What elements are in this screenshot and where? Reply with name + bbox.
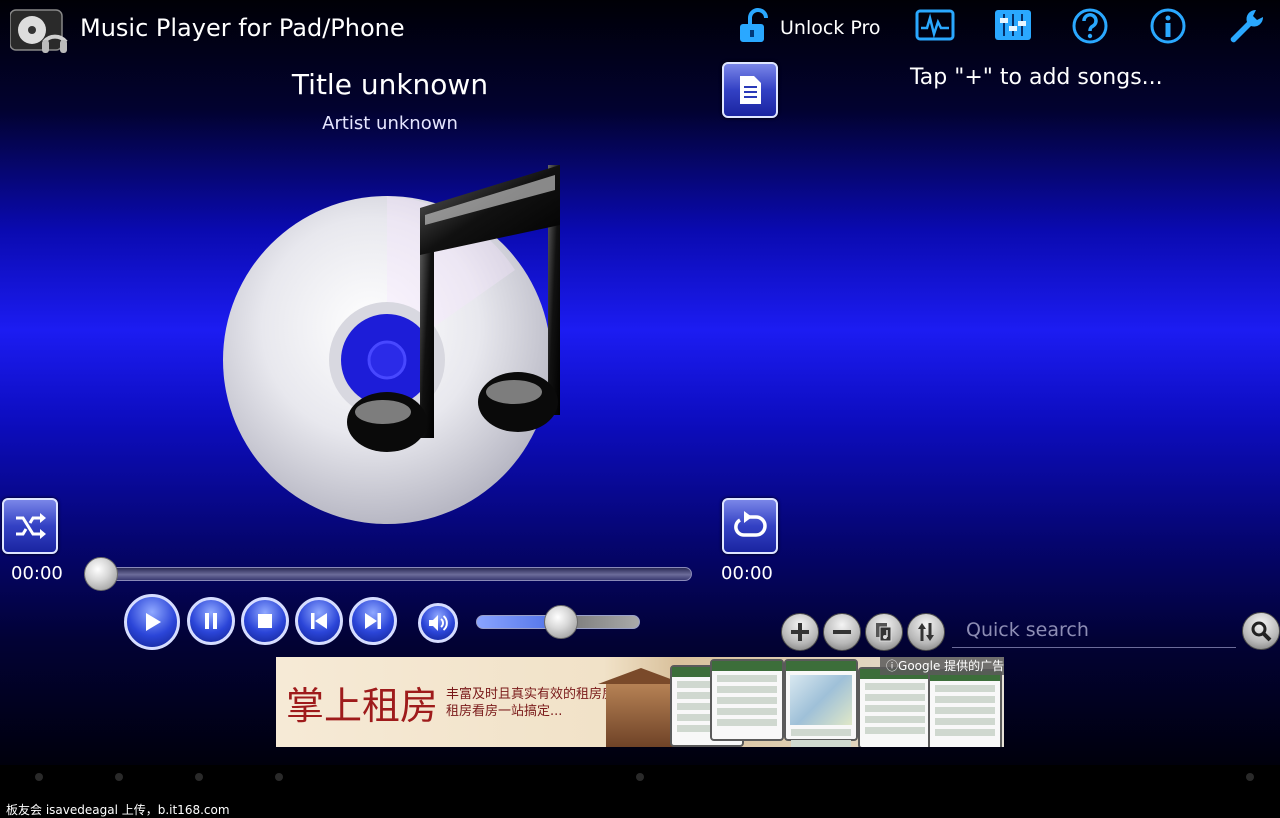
play-icon bbox=[146, 613, 161, 631]
add-songs-button[interactable] bbox=[781, 613, 819, 651]
empty-playlist-hint: Tap "+" to add songs... bbox=[910, 65, 1163, 90]
plus-icon bbox=[791, 623, 809, 641]
nav-dot bbox=[275, 773, 283, 781]
quick-search-input[interactable] bbox=[952, 612, 1236, 648]
repeat-icon bbox=[734, 511, 767, 537]
nav-dot bbox=[195, 773, 203, 781]
shuffle-button[interactable] bbox=[2, 498, 58, 554]
ad-line-2: 租房看房一站搞定... bbox=[446, 704, 563, 719]
ad-house-image bbox=[598, 668, 684, 747]
total-time: 00:00 bbox=[721, 563, 773, 584]
unlock-pro-button[interactable]: Unlock Pro bbox=[736, 6, 880, 50]
equalizer-icon[interactable] bbox=[993, 6, 1033, 46]
track-artist: Artist unknown bbox=[322, 113, 458, 134]
sort-button[interactable] bbox=[907, 613, 945, 651]
pause-button[interactable] bbox=[187, 597, 235, 645]
app-title: Music Player for Pad/Phone bbox=[80, 14, 405, 42]
shuffle-icon bbox=[16, 513, 46, 539]
minus-icon bbox=[833, 630, 851, 634]
ad-phone-screenshot bbox=[710, 659, 784, 741]
ad-phone-map-screenshot bbox=[784, 659, 858, 747]
speaker-icon bbox=[429, 615, 448, 631]
skip-next-icon bbox=[365, 613, 381, 629]
visualizer-icon[interactable] bbox=[915, 6, 955, 46]
search-icon bbox=[1251, 621, 1272, 642]
volume-knob[interactable] bbox=[543, 605, 578, 639]
manage-playlist-button[interactable] bbox=[865, 613, 903, 651]
playlist-button[interactable] bbox=[722, 62, 778, 118]
ad-banner[interactable]: 掌上租房 丰富及时且真实有效的租房房源 租房看房一站搞定... ⓘGoogle … bbox=[276, 657, 1004, 747]
track-title: Title unknown bbox=[291, 68, 489, 101]
nav-dot bbox=[35, 773, 43, 781]
next-button[interactable] bbox=[349, 597, 397, 645]
previous-button[interactable] bbox=[295, 597, 343, 645]
volume-button[interactable] bbox=[418, 603, 458, 643]
nav-dot bbox=[636, 773, 644, 781]
stop-icon bbox=[258, 614, 272, 628]
ad-attribution-label: Google 提供的广告 bbox=[898, 659, 1004, 673]
help-icon[interactable] bbox=[1070, 6, 1110, 46]
ad-phone-screenshot bbox=[928, 669, 1002, 747]
ad-headline: 掌上租房 bbox=[286, 684, 439, 728]
seek-knob[interactable] bbox=[84, 557, 118, 591]
settings-wrench-icon[interactable] bbox=[1226, 6, 1266, 46]
elapsed-time: 00:00 bbox=[11, 563, 63, 584]
ad-phone-screenshot bbox=[858, 667, 932, 747]
seek-bar[interactable] bbox=[84, 567, 692, 581]
stop-button[interactable] bbox=[241, 597, 289, 645]
ad-info-icon: ⓘ bbox=[886, 659, 899, 673]
ad-attribution[interactable]: ⓘGoogle 提供的广告 bbox=[880, 657, 1004, 675]
unlock-icon bbox=[736, 8, 772, 48]
pause-icon bbox=[205, 613, 217, 629]
unlock-pro-label: Unlock Pro bbox=[780, 17, 881, 39]
search-button[interactable] bbox=[1242, 612, 1280, 650]
playlist-files-icon bbox=[876, 623, 892, 642]
nav-dot bbox=[1246, 773, 1254, 781]
repeat-button[interactable] bbox=[722, 498, 778, 554]
info-icon[interactable] bbox=[1148, 6, 1188, 46]
skip-previous-icon bbox=[311, 613, 327, 629]
app-logo-icon bbox=[9, 8, 68, 56]
play-button[interactable] bbox=[124, 594, 180, 650]
document-icon bbox=[740, 76, 761, 104]
remove-songs-button[interactable] bbox=[823, 613, 861, 651]
sort-icon bbox=[918, 623, 934, 641]
nav-dot bbox=[115, 773, 123, 781]
album-art bbox=[215, 160, 575, 530]
upload-watermark: 板友会 isavedeagal 上传，b.it168.com bbox=[6, 803, 230, 817]
app-window: Music Player for Pad/Phone Unlock Pro Ti… bbox=[0, 0, 1280, 765]
